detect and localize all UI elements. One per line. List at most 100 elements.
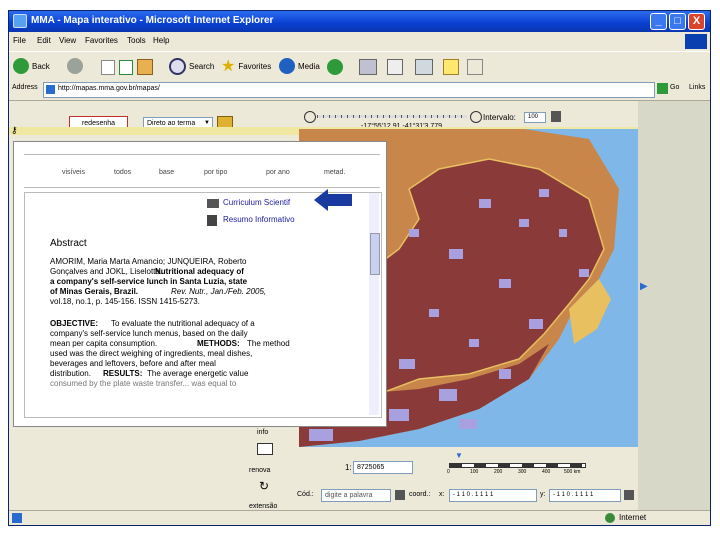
results-label: RESULTS: <box>103 369 143 378</box>
arrow-pointer-icon <box>314 189 352 211</box>
close-button[interactable]: X <box>688 13 705 30</box>
scale-tick-400: 400 <box>542 469 551 475</box>
menu-edit[interactable]: Edit <box>37 36 51 45</box>
results-rest: The average energetic value <box>147 369 249 378</box>
maximize-button[interactable]: □ <box>669 13 686 30</box>
forward-button[interactable] <box>67 56 83 76</box>
popup-tab-row: visíveis todos base por tipo por ano met… <box>24 154 380 188</box>
right-side-panel: ▶ <box>638 101 710 510</box>
refresh-icon[interactable] <box>119 60 133 75</box>
tab-todos[interactable]: todos <box>114 169 131 176</box>
body-line-7: consumed by the plate waste transfer... … <box>50 379 237 388</box>
body-line-6: distribution. <box>50 369 91 378</box>
address-url: http://mapas.mma.gov.br/mapas/ <box>58 85 160 92</box>
menu-file[interactable]: File <box>13 36 26 45</box>
methods-label: METHODS: <box>197 339 240 348</box>
back-button[interactable]: Back <box>13 56 50 76</box>
info-tool-icon[interactable] <box>257 443 273 455</box>
summary-icon <box>207 215 217 226</box>
scale-prefix: 1: <box>345 463 352 472</box>
scale-tick-500: 500 km <box>564 469 581 475</box>
extent-label: extensão <box>249 503 278 510</box>
media-icon <box>279 58 295 74</box>
y-label: y: <box>540 491 546 498</box>
history-icon[interactable] <box>327 59 343 75</box>
go-label[interactable]: Go <box>670 84 679 91</box>
y-coordinate-input[interactable]: - 1 1 0 . 1 1 1 1 <box>549 489 621 502</box>
scale-bar <box>449 463 586 468</box>
ref-line-5: vol.18, no.1, p. 145-156. ISSN 1415-5273… <box>50 297 200 306</box>
messenger-icon[interactable] <box>467 59 483 75</box>
layer-select-value: Direto ao terma <box>147 120 196 127</box>
body-line-5: beverages and leftovers, before and afte… <box>50 359 216 368</box>
zoom-slider[interactable] <box>317 115 467 118</box>
search-code-label: Cód.: <box>297 491 314 498</box>
tab-visiveis[interactable]: visíveis <box>62 169 85 176</box>
ref-journal: Rev. Nutr., Jan./Feb. 2005, <box>171 287 267 296</box>
go-arrow-icon[interactable] <box>657 83 668 94</box>
discuss-icon[interactable] <box>443 59 459 75</box>
mail-icon[interactable] <box>359 59 377 75</box>
interval-label: Intervalo: <box>483 113 516 122</box>
favorites-button[interactable]: ★ Favorites <box>221 56 271 76</box>
menu-view[interactable]: View <box>59 36 76 45</box>
scale-input[interactable]: 8725065 <box>353 461 413 474</box>
binoculars-icon[interactable] <box>395 490 405 500</box>
summary-link[interactable]: Resumo Informativo <box>223 215 295 225</box>
address-label: Address <box>12 84 38 91</box>
stop-icon[interactable] <box>101 60 115 75</box>
x-coordinate-input[interactable]: - 1 1 0 . 1 1 1 1 <box>449 489 537 502</box>
ref-title-bold: Nutritional adequacy of <box>155 267 244 276</box>
body-line-4: used was the direct weighing of ingredie… <box>50 349 253 358</box>
links-label[interactable]: Links <box>689 84 705 91</box>
scrollbar-thumb[interactable] <box>370 233 380 275</box>
key-icon[interactable]: ⚷ <box>11 125 18 136</box>
print-map-icon[interactable] <box>551 111 561 122</box>
search-button[interactable]: Search <box>169 56 214 76</box>
expand-panel-icon[interactable]: ▶ <box>640 281 648 292</box>
map-down-arrow-icon[interactable]: ▼ <box>455 451 463 460</box>
address-input[interactable]: http://mapas.mma.gov.br/mapas/ <box>43 82 655 98</box>
menu-tools[interactable]: Tools <box>127 36 146 45</box>
curriculum-link[interactable]: Curriculum Scientif <box>223 198 290 208</box>
ref-line-4: of Minas Gerais, Brazil. <box>50 287 139 296</box>
popup-scrollbar[interactable] <box>369 193 380 415</box>
locate-icon[interactable] <box>624 490 634 500</box>
zoom-in-icon[interactable] <box>470 111 482 123</box>
zone-label: Internet <box>619 513 647 522</box>
scale-tick-0: 0 <box>447 469 450 475</box>
x-label: x: <box>439 491 445 498</box>
menu-favorites[interactable]: Favorites <box>85 36 118 45</box>
scale-tick-300: 300 <box>518 469 527 475</box>
scale-tick-200: 200 <box>494 469 503 475</box>
tab-metadados[interactable]: metad. <box>324 169 345 176</box>
menu-help[interactable]: Help <box>153 36 169 45</box>
ie-icon <box>13 14 27 28</box>
interval-input[interactable]: 100 <box>524 112 546 123</box>
media-button[interactable]: Media <box>279 56 320 76</box>
refresh-tool-icon[interactable]: ↻ <box>259 479 269 493</box>
coords-label: coord.: <box>409 491 431 498</box>
scientific-curriculum-icon <box>207 199 219 208</box>
favorites-label: Favorites <box>238 61 272 71</box>
browser-window: MMA - Mapa interativo - Microsoft Intern… <box>8 10 711 526</box>
ref-line-2: Gonçalves and JOKL, Liselotte. <box>50 267 163 276</box>
forward-arrow-icon <box>67 58 83 74</box>
page-icon <box>46 85 55 94</box>
minimize-button[interactable]: _ <box>650 13 667 30</box>
home-icon[interactable] <box>137 59 153 75</box>
zoom-out-icon[interactable] <box>304 111 316 123</box>
tab-por-tipo[interactable]: por tipo <box>204 169 227 176</box>
search-word-input[interactable]: digite a palavra <box>321 489 391 502</box>
body-line-2: company's self-service lunch menus, base… <box>50 329 248 338</box>
tab-por-ano[interactable]: por ano <box>266 169 290 176</box>
back-arrow-icon <box>13 58 29 74</box>
address-bar: Address http://mapas.mma.gov.br/mapas/ G… <box>9 80 710 101</box>
abstract-heading: Abstract <box>50 238 87 249</box>
print-icon[interactable] <box>387 59 403 75</box>
methods-rest: The method <box>247 339 290 348</box>
edit-icon[interactable] <box>415 59 433 75</box>
tab-base[interactable]: base <box>159 169 174 176</box>
page-content: redesenha Direto ao terma ▼ Intervalo: 1… <box>9 101 638 510</box>
media-label: Media <box>298 61 320 71</box>
